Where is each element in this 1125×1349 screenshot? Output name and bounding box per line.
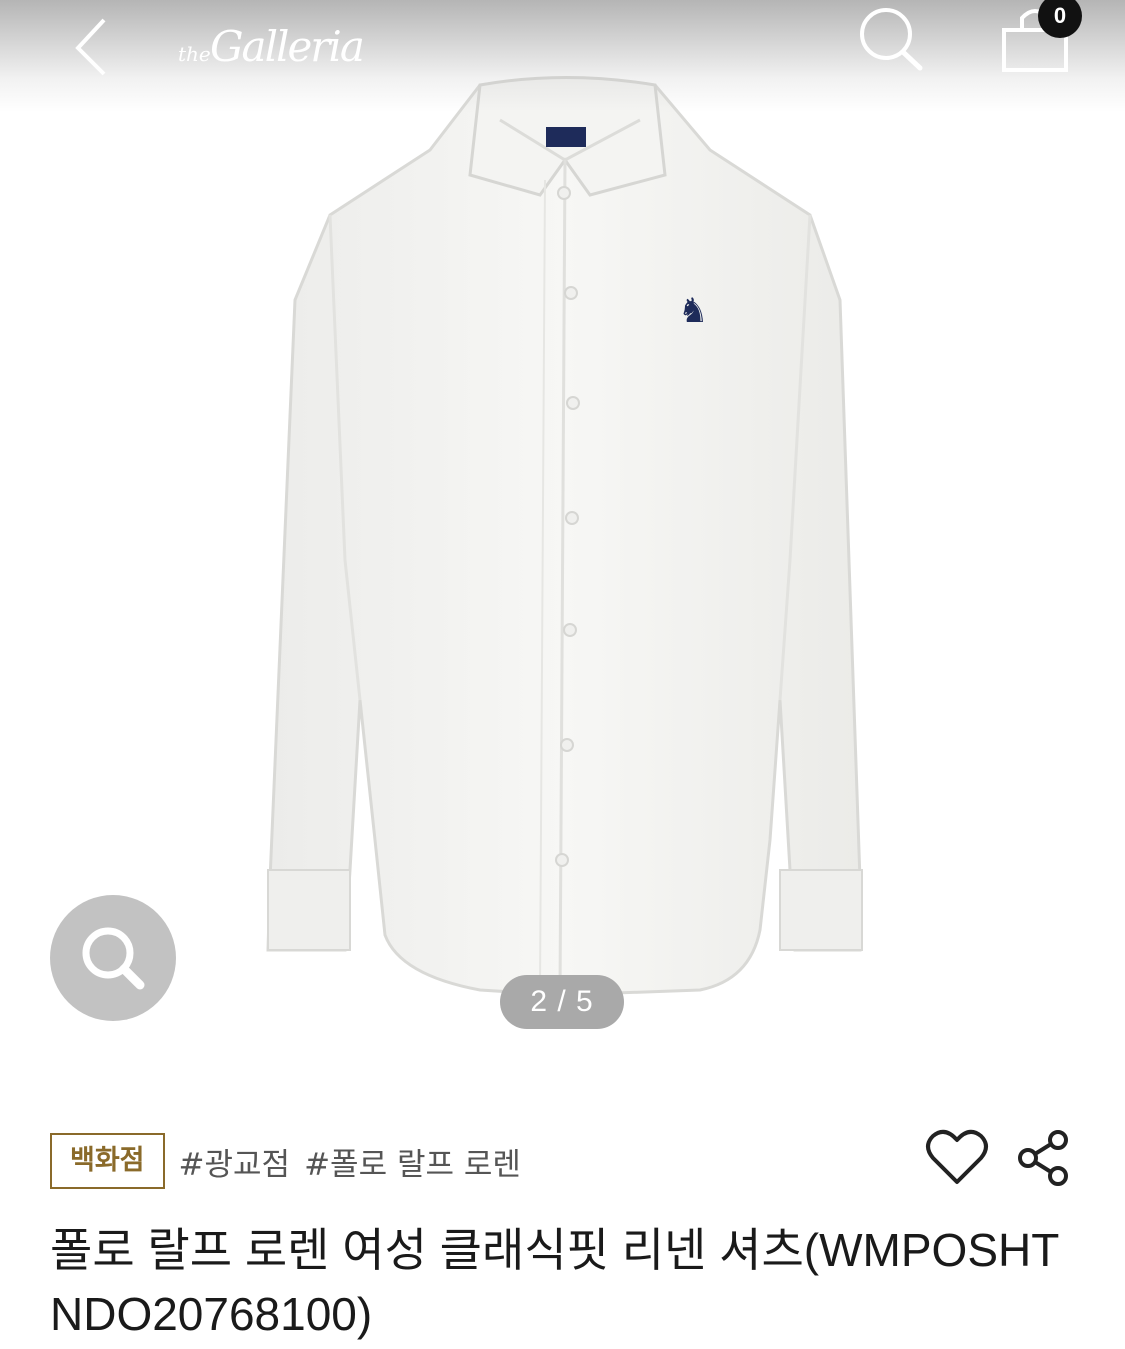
search-button[interactable] bbox=[850, 0, 930, 80]
tag-row: 백화점 #광교점 #폴로 랄프 로렌 bbox=[50, 1133, 521, 1189]
hashtag-brand[interactable]: #폴로 랄프 로렌 bbox=[304, 1139, 521, 1184]
heart-icon bbox=[926, 1129, 988, 1184]
chevron-left-icon bbox=[75, 18, 106, 76]
like-button[interactable] bbox=[925, 1128, 989, 1188]
zoom-button[interactable] bbox=[50, 895, 176, 1021]
share-icon bbox=[1018, 1130, 1068, 1186]
logo-prefix: the bbox=[178, 42, 211, 66]
back-button[interactable] bbox=[60, 8, 130, 78]
product-title: 폴로 랄프 로렌 여성 클래식핏 리넨 셔츠(WMPOSHTNDO2076810… bbox=[50, 1224, 1060, 1340]
logo-name: Galleria bbox=[210, 22, 365, 71]
magnifier-icon bbox=[82, 927, 145, 990]
svg-text:♞: ♞ bbox=[678, 291, 708, 331]
image-pager: 2 / 5 bbox=[500, 975, 624, 1029]
hashtag-store[interactable]: #광교점 bbox=[179, 1139, 291, 1184]
galleria-logo[interactable]: the Galleria bbox=[170, 12, 365, 82]
search-icon bbox=[860, 8, 923, 71]
top-header: the Galleria 0 bbox=[0, 0, 1125, 112]
share-button[interactable] bbox=[1014, 1128, 1074, 1188]
department-badge[interactable]: 백화점 bbox=[50, 1133, 165, 1189]
